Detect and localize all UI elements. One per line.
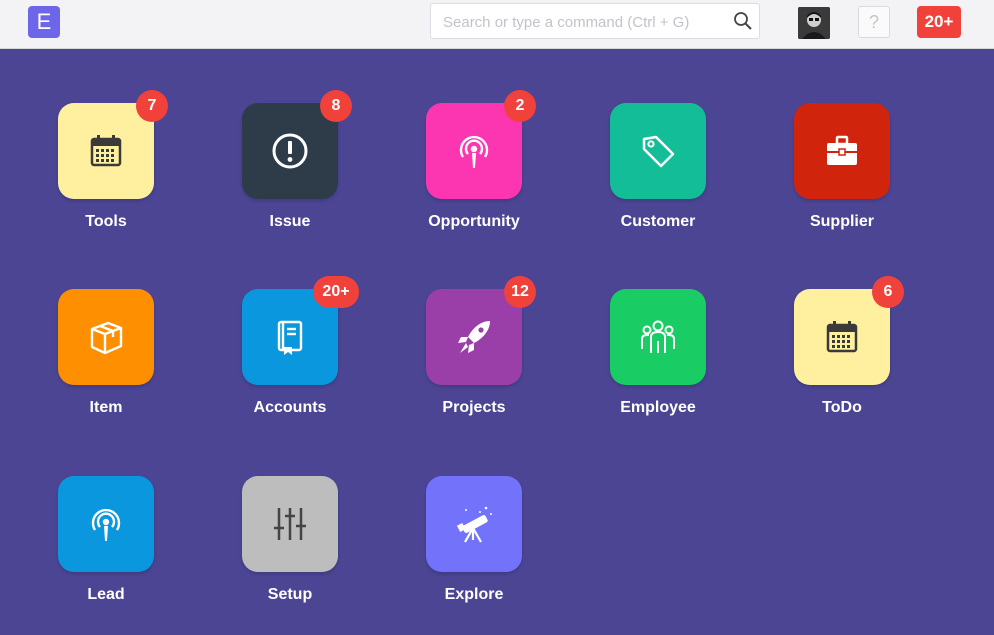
module-label: Accounts (253, 399, 327, 416)
calendar-icon (826, 321, 858, 353)
module-label: Setup (267, 586, 313, 603)
sliders-icon (274, 508, 306, 540)
module-label: Lead (87, 586, 125, 603)
module-icon-box[interactable] (610, 289, 706, 385)
box-icon (90, 321, 123, 355)
module-tile-lead[interactable]: Lead (28, 476, 178, 626)
avatar-image (798, 7, 830, 39)
notification-badge: 20+ (313, 276, 359, 308)
module-icon-box[interactable] (610, 103, 706, 199)
book-icon (277, 320, 303, 355)
module-icon-box[interactable] (794, 289, 890, 385)
module-icon-box[interactable] (426, 289, 522, 385)
module-label: Projects (442, 399, 506, 416)
module-tile-customer[interactable]: Customer (580, 103, 730, 253)
search-icon[interactable] (733, 11, 753, 31)
module-label: Supplier (809, 213, 874, 230)
module-label: Item (89, 399, 123, 416)
module-icon-box[interactable] (242, 103, 338, 199)
module-label: Issue (269, 213, 311, 230)
module-tile-accounts[interactable]: Accounts 20+ (212, 276, 362, 439)
notifications-button[interactable]: 20+ (917, 6, 961, 38)
module-tile-issue[interactable]: Issue 8 (212, 90, 362, 253)
alert-circle-icon (272, 133, 308, 169)
module-tile-explore[interactable]: Explore (396, 476, 546, 626)
notification-badge: 7 (136, 90, 168, 122)
tag-icon (642, 135, 675, 168)
module-tile-projects[interactable]: Projects 12 (396, 276, 546, 439)
people-icon (641, 320, 675, 353)
notification-badge: 2 (504, 90, 536, 122)
module-tile-employee[interactable]: Employee (580, 289, 730, 439)
module-label: ToDo (822, 399, 862, 416)
telescope-icon (456, 506, 492, 543)
notification-badge: 6 (872, 276, 904, 308)
module-icon-box[interactable] (58, 289, 154, 385)
module-tile-opportunity[interactable]: Opportunity 2 (396, 90, 546, 253)
broadcast-icon (91, 508, 121, 541)
module-label: Customer (620, 213, 696, 230)
module-icon-box[interactable] (426, 103, 522, 199)
module-label: Tools (85, 213, 127, 230)
user-avatar[interactable] (798, 7, 830, 39)
module-tile-setup[interactable]: Setup (212, 476, 362, 626)
calendar-icon (90, 135, 122, 167)
help-button[interactable]: ? (858, 6, 890, 38)
notification-badge: 8 (320, 90, 352, 122)
search-bar[interactable] (430, 3, 760, 40)
module-icon-box[interactable] (794, 103, 890, 199)
module-tile-todo[interactable]: ToDo 6 (764, 276, 914, 439)
briefcase-icon (827, 135, 857, 165)
rocket-icon (458, 321, 490, 353)
module-icon-box[interactable] (58, 476, 154, 572)
top-navbar: E ? 20+ (0, 0, 994, 49)
module-tile-tools[interactable]: Tools 7 (28, 90, 178, 253)
app-logo[interactable]: E (28, 6, 60, 38)
module-label: Explore (444, 586, 504, 603)
module-label: Opportunity (428, 213, 520, 230)
module-icon-box[interactable] (242, 476, 338, 572)
module-icon-box[interactable] (426, 476, 522, 572)
module-tile-item[interactable]: Item (28, 289, 178, 439)
module-icon-box[interactable] (58, 103, 154, 199)
search-input[interactable] (441, 4, 735, 40)
module-tile-supplier[interactable]: Supplier (764, 103, 914, 253)
module-label: Employee (620, 399, 696, 416)
notification-badge: 12 (504, 276, 536, 308)
broadcast-icon (459, 135, 489, 168)
